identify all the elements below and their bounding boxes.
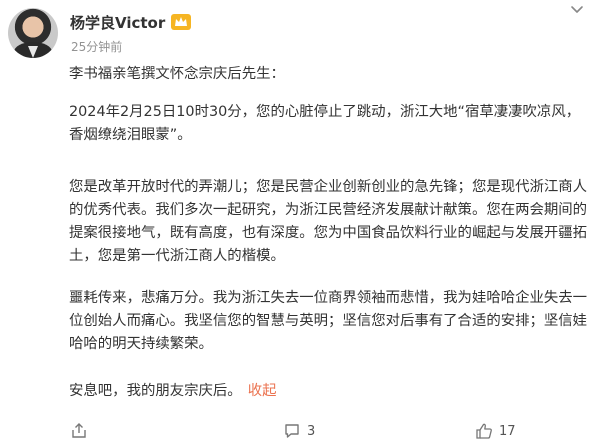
share-button[interactable] bbox=[70, 422, 94, 440]
chevron-down-icon bbox=[571, 6, 583, 13]
avatar[interactable] bbox=[8, 8, 58, 58]
like-count: 17 bbox=[499, 423, 516, 439]
crown-icon bbox=[175, 17, 188, 26]
author-row: 杨学良Victor bbox=[70, 11, 192, 33]
comment-icon bbox=[285, 424, 299, 438]
comment-button[interactable]: 3 bbox=[283, 422, 315, 440]
like-icon bbox=[476, 423, 492, 439]
like-button[interactable]: 17 bbox=[475, 422, 516, 440]
post-actions-bar: 3 17 bbox=[0, 418, 600, 445]
more-menu-button[interactable] bbox=[568, 3, 586, 17]
post-paragraph-4: 安息吧，我的朋友宗庆后。 收起 bbox=[69, 380, 277, 403]
post-timestamp[interactable]: 25分钟前 bbox=[71, 38, 122, 55]
post-paragraph-1: 2024年2月25日10时30分，您的心脏停止了跳动，浙江大地“宿草凄凄吹凉风，… bbox=[69, 104, 581, 143]
post-paragraph-3: 噩耗传来，悲痛万分。我为浙江失去一位商界领袖而悲惜，我为娃哈哈企业失去一位创始人… bbox=[69, 290, 588, 352]
vip-crown-badge-icon[interactable] bbox=[171, 14, 192, 30]
collapse-link[interactable]: 收起 bbox=[248, 383, 277, 399]
comment-count: 3 bbox=[307, 423, 316, 439]
share-icon bbox=[72, 423, 86, 438]
post-closing-text: 安息吧，我的朋友宗庆后。 bbox=[69, 383, 242, 399]
post-intro: 李书福亲笔撰文怀念宗庆后先生： bbox=[69, 66, 285, 82]
post-paragraph-2: 您是改革开放时代的弄潮儿；您是民营企业创新创业的急先锋；您是现代浙江商人的优秀代… bbox=[69, 179, 588, 264]
username[interactable]: 杨学良Victor bbox=[70, 12, 165, 33]
